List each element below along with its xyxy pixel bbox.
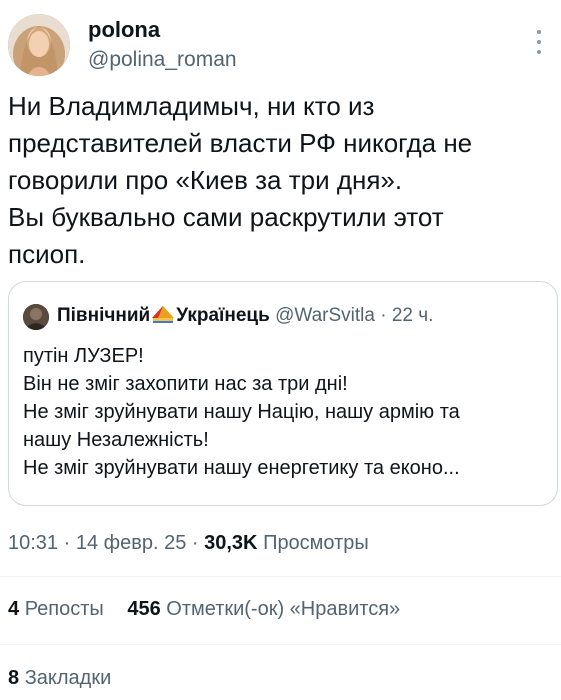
bookmarks-label: Закладки — [24, 667, 112, 689]
quote-avatar-photo — [23, 304, 49, 330]
ukraine-flag-emoji — [152, 306, 175, 323]
quote-author-name-part1[interactable]: Північний — [57, 305, 150, 326]
quote-text-line: Не зміг зруйнувати нашу Націю, нашу армі… — [23, 401, 460, 423]
tweet-date[interactable]: 14 февр. 25 — [76, 532, 187, 554]
tweet-header: polona @polina_roman — [8, 8, 553, 78]
reposts-stat[interactable]: 4 Репосты — [8, 598, 104, 620]
quote-text-line: нашу Незалежність! — [23, 429, 209, 451]
divider — [0, 644, 561, 645]
more-dot — [537, 40, 541, 44]
author-name[interactable]: polona — [88, 17, 160, 43]
avatar[interactable] — [8, 14, 70, 76]
tweet-text-line: говорили про «Киев за три дня». — [8, 165, 403, 195]
engagement-stats: 4 Репосты 456 Отметки(-ок) «Нравится» — [8, 598, 418, 621]
bookmarks-count: 8 — [8, 667, 20, 689]
tweet-text: Ни Владимладимыч, ни кто из представител… — [8, 88, 548, 273]
quote-separator: · — [374, 305, 392, 326]
quote-time[interactable]: 22 ч. — [392, 305, 434, 326]
timestamp-separator: · — [186, 532, 205, 554]
quote-avatar[interactable] — [23, 304, 49, 330]
views-label: Просмотры — [263, 532, 369, 554]
tweet-text-line: представителей власти РФ никогда не — [8, 128, 473, 158]
divider — [0, 576, 561, 577]
quoted-tweet[interactable]: Північний Українець @WarSvitla · 22 ч. п… — [8, 281, 558, 506]
bookmarks-stat[interactable]: 8 Закладки — [8, 667, 111, 690]
author-handle[interactable]: @polina_roman — [88, 48, 237, 72]
quote-header: Північний Українець @WarSvitla · 22 ч. — [57, 304, 433, 332]
quote-text-line: Він не зміг захопити нас за три дні! — [23, 373, 348, 395]
views-count: 30,3K — [204, 532, 258, 554]
reposts-label: Репосты — [24, 598, 104, 620]
tweet-text-line: Ни Владимладимыч, ни кто из — [8, 91, 375, 121]
tweet-text-line: псиоп. — [8, 239, 86, 269]
quote-text-line: Не зміг зруйнувати нашу енергетику та ек… — [23, 457, 460, 479]
tweet-time[interactable]: 10:31 — [8, 532, 58, 554]
likes-label: Отметки(-ок) «Нравится» — [166, 598, 401, 620]
likes-count: 456 — [127, 598, 161, 620]
tweet-timestamp: 10:31 · 14 февр. 25 · 30,3K Просмотры — [8, 532, 369, 555]
likes-stat[interactable]: 456 Отметки(-ок) «Нравится» — [127, 598, 400, 620]
timestamp-separator: · — [58, 532, 76, 554]
quote-text: путін ЛУЗЕР! Він не зміг захопити нас за… — [23, 342, 548, 482]
avatar-photo — [8, 14, 70, 76]
tweet-text-line: Вы буквально сами раскрутили этот — [8, 202, 444, 232]
tweet-detail: polona @polina_roman Ни Владимладимыч, н… — [0, 0, 561, 700]
more-vertical-icon[interactable] — [529, 30, 549, 54]
quote-text-line: путін ЛУЗЕР! — [23, 345, 144, 367]
quote-author-handle[interactable]: @WarSvitla — [275, 305, 375, 326]
reposts-count: 4 — [8, 598, 20, 620]
more-dot — [537, 30, 541, 34]
more-dot — [537, 50, 541, 54]
quote-author-name-part2[interactable]: Українець — [176, 305, 270, 326]
